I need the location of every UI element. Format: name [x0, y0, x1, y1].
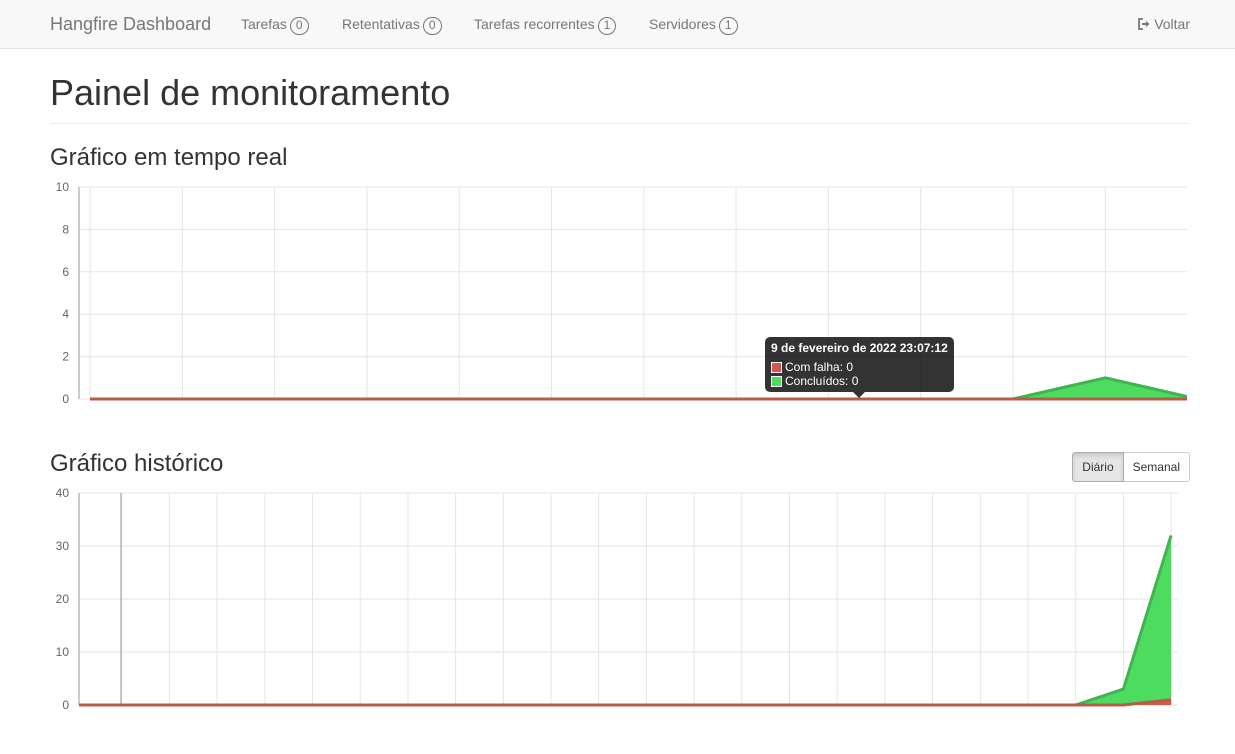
y-tick-label: 20	[56, 592, 70, 606]
x-tick-label: 05:00	[297, 714, 327, 728]
x-tick-label: 23:06:35	[159, 408, 206, 422]
x-tick-label: 06:00	[345, 714, 375, 728]
x-tick-label: 20:00	[1013, 714, 1043, 728]
nav-item-tarefas[interactable]: Tarefas 0	[241, 16, 309, 35]
history-heading: Gráfico histórico	[50, 450, 224, 477]
y-tick-label: 10	[56, 180, 70, 194]
succeeded-swatch	[771, 375, 782, 387]
x-tick-label: 23:06:30	[67, 408, 114, 422]
x-tick-label: 23:07:10	[805, 408, 852, 422]
back-label: Voltar	[1154, 16, 1190, 32]
tooltip-succeeded-label: Concluídos: 0	[785, 374, 859, 388]
x-tick-label: 23:07:00	[620, 408, 667, 422]
x-tick-label: 02:00	[154, 714, 184, 728]
realtime-chart-svg: 0 2 4 6 8 10 23:06:30 23:06:35 23:06:40 23:06:45 2…	[56, 180, 1189, 422]
weekly-button[interactable]: Semanal	[1123, 452, 1190, 482]
x-tick-label: 23:06:45	[344, 408, 391, 422]
realtime-heading: Gráfico em tempo real	[50, 144, 288, 171]
succeeded-line	[79, 534, 1173, 707]
series-layer	[79, 534, 1173, 707]
x-tick-label: 21:00	[1061, 714, 1091, 728]
y-tick-label: 4	[62, 307, 69, 321]
tooltip-title: 9 de fevereiro de 2022 23:07:12	[771, 341, 948, 355]
y-tick-label: 40	[56, 486, 70, 500]
tooltip-row-failed: Com falha: 0	[771, 360, 948, 374]
x-tick-label: 04:00	[250, 714, 280, 728]
x-tick-label: 18:00	[918, 714, 948, 728]
sign-out-icon	[1138, 18, 1150, 30]
failed-swatch	[771, 361, 782, 373]
period-toggle: Diário Semanal	[1072, 452, 1190, 482]
nav-item-label: Tarefas	[241, 16, 287, 32]
x-tick-label: 03:00	[202, 714, 232, 728]
succeeded-area	[79, 535, 1172, 705]
x-tick-label: 23:06:50	[436, 408, 483, 422]
y-tick-label: 0	[62, 698, 69, 712]
nav-item-label: Retentativas	[342, 16, 420, 32]
nav-item-label: Servidores	[649, 16, 716, 32]
series-layer	[90, 376, 1187, 401]
history-chart: 0 10 20 30 40 01:00 02:00 03:00 04:00 05:00 06:00 0…	[50, 484, 1189, 734]
x-tick-label: 23:07:20	[990, 408, 1037, 422]
realtime-chart: 0 2 4 6 8 10 23:06:30 23:06:35 23:06:40 23:06:45 2…	[50, 178, 1189, 428]
x-tick-label: 09:00	[488, 714, 518, 728]
x-tick-label: 19:00	[965, 714, 995, 728]
x-tick-label: 22:00	[1108, 714, 1138, 728]
x-tick-label: 23:07:30	[1174, 408, 1189, 422]
x-tick-label: 23:07:05	[713, 408, 760, 422]
nav-item-servidores[interactable]: Servidores 1	[649, 16, 738, 35]
y-tick-label: 8	[62, 222, 69, 236]
succeeded-line	[90, 376, 1187, 401]
x-tick-label: 07:00	[393, 714, 423, 728]
count-badge: 1	[718, 17, 738, 35]
x-tick-label: 23:07:25	[1082, 408, 1129, 422]
nav-item-retentativas[interactable]: Retentativas 0	[342, 16, 442, 35]
history-chart-svg: 0 10 20 30 40 01:00 02:00 03:00 04:00 05:00 06:00 0…	[56, 486, 1186, 728]
x-tick-label: 14:00	[727, 714, 757, 728]
x-tick-label: 12:00	[631, 714, 661, 728]
y-tick-label: 10	[56, 645, 70, 659]
chart-tooltip: 9 de fevereiro de 2022 23:07:12 Com falh…	[765, 337, 954, 398]
x-tick-label: 13:00	[679, 714, 709, 728]
y-tick-label: 2	[62, 350, 69, 364]
x-tick-label: 16:00	[822, 714, 852, 728]
tooltip-caret	[853, 392, 865, 398]
x-tick-label: 15:00	[774, 714, 804, 728]
x-tick-label: 23:06:40	[251, 408, 298, 422]
x-tick-label: 23:06:55	[528, 408, 575, 422]
y-tick-label: 30	[56, 539, 70, 553]
brand-link[interactable]: Hangfire Dashboard	[50, 14, 211, 35]
title-divider	[50, 123, 1189, 124]
x-tick-label: 23:00	[1156, 714, 1186, 728]
count-badge: 0	[289, 17, 309, 35]
x-tick-label: 10:00	[536, 714, 566, 728]
y-tick-label: 6	[62, 265, 69, 279]
failed-line	[79, 698, 1172, 707]
count-badge: 0	[422, 17, 442, 35]
y-tick-label: 0	[62, 392, 69, 406]
tooltip-row-succeeded: Concluídos: 0	[771, 374, 948, 388]
x-tick-label: 23:07:15	[897, 408, 944, 422]
count-badge: 1	[597, 17, 617, 35]
page-title: Painel de monitoramento	[50, 72, 451, 113]
navbar: Hangfire Dashboard Tarefas 0 Retentativas…	[0, 0, 1235, 49]
nav-item-label: Tarefas recorrentes	[474, 16, 595, 32]
tooltip-failed-label: Com falha: 0	[785, 360, 854, 374]
back-link[interactable]: Voltar	[1137, 16, 1190, 32]
x-tick-label: 08:00	[441, 714, 471, 728]
daily-button[interactable]: Diário	[1072, 452, 1124, 482]
x-tick-label: 01:00	[107, 714, 137, 728]
x-tick-label: 11:00	[584, 714, 613, 728]
x-tick-label: 17:00	[870, 714, 900, 728]
nav-item-tarefas-recorrentes[interactable]: Tarefas recorrentes 1	[474, 16, 617, 35]
